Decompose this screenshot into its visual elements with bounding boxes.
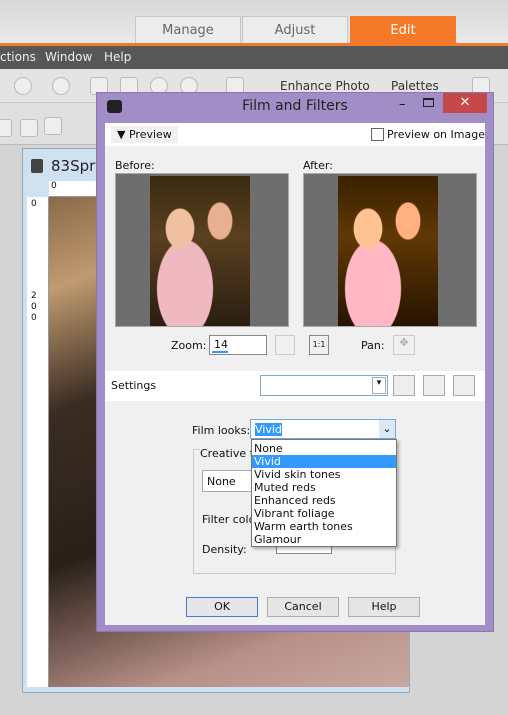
close-button[interactable]: ✕ (443, 93, 487, 113)
settings-dropdown[interactable]: ▾ (260, 375, 388, 396)
option-muted-reds[interactable]: Muted reds (252, 481, 396, 494)
minimize-button[interactable]: – (399, 97, 406, 112)
preview-toggle[interactable]: ▼ Preview (111, 126, 178, 143)
document-title: 83Spri (51, 157, 100, 175)
option-none[interactable]: None (252, 442, 396, 455)
tab-edit[interactable]: Edit (350, 16, 456, 44)
cancel-button[interactable]: Cancel (267, 597, 339, 617)
film-looks-value: Vivid (255, 423, 282, 436)
settings-label: Settings (111, 379, 157, 392)
preview-label: Preview (128, 128, 172, 141)
option-vivid[interactable]: Vivid (252, 455, 396, 468)
tool-icon[interactable] (0, 119, 12, 137)
random-dice-icon[interactable] (423, 375, 445, 396)
screen-icon[interactable] (44, 117, 62, 135)
chevron-down-icon: ▾ (372, 377, 386, 394)
pan-button[interactable]: ✥ (393, 335, 415, 355)
option-warm-earth-tones[interactable]: Warm earth tones (252, 520, 396, 533)
tab-adjust[interactable]: Adjust (242, 16, 348, 44)
fit-button[interactable] (275, 335, 295, 355)
zoom-slider[interactable] (212, 351, 228, 353)
ruler-label: 0 (31, 313, 37, 323)
film-looks-list: None Vivid Vivid skin tones Muted reds E… (251, 439, 397, 547)
film-looks-label: Film looks: (192, 424, 251, 437)
preview-bar: ▼ Preview Preview on Image (105, 123, 485, 146)
before-preview[interactable] (115, 173, 289, 327)
film-and-filters-dialog: Film and Filters – ✕ ▼ Preview Preview o… (96, 92, 494, 632)
enhance-photo-menu[interactable]: Enhance Photo (280, 79, 370, 93)
top-bar: Manage Adjust Edit (0, 0, 508, 46)
menu-collections[interactable]: ctions (0, 50, 36, 64)
ruler-label: 0 (31, 302, 37, 312)
menu-bar: ctions Window Help (0, 46, 508, 69)
one-to-one-button[interactable]: 1:1 (309, 335, 329, 355)
reset-icon[interactable] (453, 375, 475, 396)
pan-label: Pan: (361, 339, 385, 352)
menu-help[interactable]: Help (104, 50, 131, 64)
ruler-label: 0 (31, 199, 37, 209)
option-vivid-skin-tones[interactable]: Vivid skin tones (252, 468, 396, 481)
creative-filter-label: Creative f (200, 447, 254, 460)
before-label: Before: (115, 159, 155, 172)
preview-on-image-checkbox[interactable] (371, 128, 384, 141)
fit-window-icon[interactable] (20, 119, 38, 137)
help-button[interactable]: Help (348, 597, 420, 617)
save-preset-icon[interactable] (393, 375, 415, 396)
after-preview[interactable] (303, 173, 477, 327)
chevron-down-icon: ⌄ (379, 420, 395, 438)
film-looks-dropdown[interactable]: Vivid ⌄ (250, 419, 396, 439)
camera-icon (31, 159, 43, 173)
before-image (150, 176, 250, 326)
palettes-menu[interactable]: Palettes (391, 79, 439, 93)
info-icon[interactable] (52, 77, 70, 95)
density-label: Density: (202, 543, 247, 556)
after-image (338, 176, 438, 326)
creative-filter-value: None (207, 475, 236, 488)
option-vibrant-foliage[interactable]: Vibrant foliage (252, 507, 396, 520)
menu-window[interactable]: Window (45, 50, 92, 64)
ruler-label: 0 (51, 181, 57, 191)
ok-button[interactable]: OK (186, 597, 258, 617)
maximize-button[interactable] (423, 98, 434, 107)
ruler-label: 2 (31, 291, 37, 301)
dialog-body: ▼ Preview Preview on Image Before: After… (105, 123, 485, 625)
preview-on-image-label: Preview on Image (387, 128, 485, 141)
redo-icon[interactable] (14, 77, 32, 95)
vertical-ruler: 0 2 0 0 (27, 197, 49, 687)
option-enhanced-reds[interactable]: Enhanced reds (252, 494, 396, 507)
zoom-input[interactable]: 14 (209, 335, 267, 355)
zoom-label: Zoom: (171, 339, 207, 352)
tab-manage[interactable]: Manage (135, 16, 241, 44)
option-glamour[interactable]: Glamour (252, 533, 396, 546)
after-label: After: (303, 159, 333, 172)
zoom-value: 14 (214, 338, 228, 351)
triangle-down-icon: ▼ (117, 128, 129, 141)
settings-bar: Settings ▾ (105, 371, 485, 401)
